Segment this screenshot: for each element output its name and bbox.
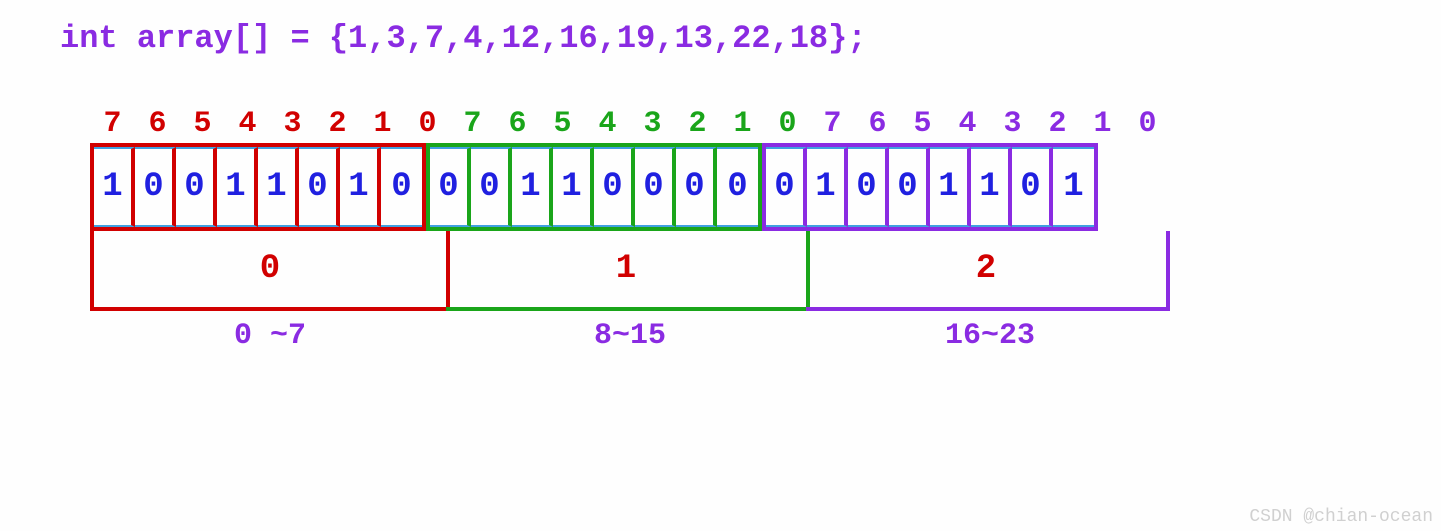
header-cell: 5 (180, 107, 225, 141)
header-cell: 3 (630, 107, 675, 141)
header-cell: 4 (585, 107, 630, 141)
header-cell: 7 (90, 107, 135, 141)
bit-cell: 0 (635, 147, 676, 227)
header-group-2: 7 6 5 4 3 2 1 0 (810, 107, 1170, 141)
header-cell: 6 (135, 107, 180, 141)
bit-cell: 0 (135, 147, 176, 227)
bucket-1: 1 (446, 231, 810, 311)
bucket-0: 0 (90, 231, 450, 311)
range-0: 0 ~7 (90, 311, 450, 353)
bit-cell: 0 (176, 147, 217, 227)
bit-box-row: 1 0 0 1 1 0 1 0 0 0 1 1 0 0 0 0 0 1 0 0 … (90, 143, 1381, 231)
bucket-2: 2 (806, 231, 1170, 311)
range-row: 0 ~7 8~15 16~23 (90, 311, 1381, 353)
header-cell: 0 (765, 107, 810, 141)
header-cell: 1 (720, 107, 765, 141)
bit-cell: 1 (807, 147, 848, 227)
box-group-2: 0 1 0 0 1 1 0 1 (762, 143, 1098, 231)
header-group-0: 7 6 5 4 3 2 1 0 (90, 107, 450, 141)
header-cell: 4 (225, 107, 270, 141)
code-title: int array[] = {1,3,7,4,12,16,19,13,22,18… (60, 20, 1381, 57)
header-cell: 4 (945, 107, 990, 141)
watermark: CSDN @chian-ocean (1249, 507, 1433, 527)
box-group-1: 0 0 1 1 0 0 0 0 (426, 143, 762, 231)
bit-cell: 0 (676, 147, 717, 227)
header-cell: 2 (675, 107, 720, 141)
bit-header-row: 7 6 5 4 3 2 1 0 7 6 5 4 3 2 1 0 7 6 5 4 … (90, 107, 1381, 141)
bit-cell: 0 (766, 147, 807, 227)
header-cell: 7 (810, 107, 855, 141)
bit-cell: 0 (1012, 147, 1053, 227)
header-cell: 3 (270, 107, 315, 141)
bit-cell: 0 (889, 147, 930, 227)
header-cell: 0 (405, 107, 450, 141)
header-cell: 5 (540, 107, 585, 141)
bit-cell: 0 (299, 147, 340, 227)
bit-cell: 1 (930, 147, 971, 227)
header-cell: 6 (495, 107, 540, 141)
header-cell: 3 (990, 107, 1035, 141)
header-cell: 1 (360, 107, 405, 141)
bit-cell: 0 (471, 147, 512, 227)
bit-cell: 1 (217, 147, 258, 227)
bucket-row: 0 1 2 (90, 231, 1381, 311)
bit-cell: 0 (430, 147, 471, 227)
bit-cell: 1 (1053, 147, 1094, 227)
bit-cell: 0 (594, 147, 635, 227)
range-1: 8~15 (450, 311, 810, 353)
header-cell: 7 (450, 107, 495, 141)
header-cell: 2 (315, 107, 360, 141)
header-cell: 6 (855, 107, 900, 141)
header-cell: 1 (1080, 107, 1125, 141)
bit-cell: 0 (381, 147, 422, 227)
header-group-1: 7 6 5 4 3 2 1 0 (450, 107, 810, 141)
bit-cell: 1 (94, 147, 135, 227)
bit-cell: 1 (340, 147, 381, 227)
bit-cell: 1 (971, 147, 1012, 227)
bit-cell: 1 (512, 147, 553, 227)
box-group-0: 1 0 0 1 1 0 1 0 (90, 143, 426, 231)
bit-cell: 0 (717, 147, 758, 227)
range-2: 16~23 (810, 311, 1170, 353)
header-cell: 0 (1125, 107, 1170, 141)
header-cell: 5 (900, 107, 945, 141)
bit-cell: 1 (258, 147, 299, 227)
bit-cell: 1 (553, 147, 594, 227)
bit-cell: 0 (848, 147, 889, 227)
header-cell: 2 (1035, 107, 1080, 141)
